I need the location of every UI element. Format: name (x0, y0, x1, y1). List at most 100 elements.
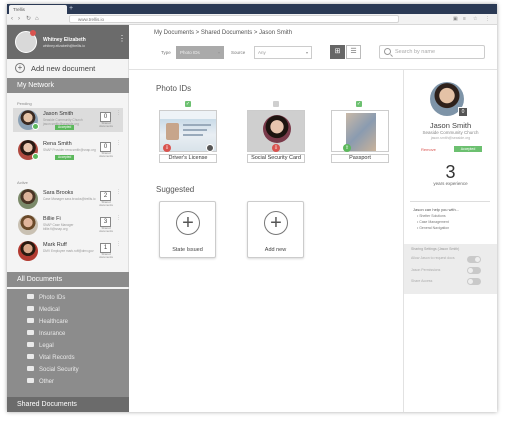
setting-label: Jason Permissions (411, 268, 441, 272)
extension-icon[interactable]: ▣ (453, 15, 458, 24)
avatar (18, 189, 38, 209)
avatar (18, 241, 38, 261)
contact-rena-smith[interactable]: Rena Smith SNAP Provider rena.smith@snap… (13, 138, 123, 162)
folder-healthcare[interactable]: Healthcare (27, 317, 68, 327)
suggested-title: Suggested (156, 185, 195, 194)
profile-name: Jason Smith (429, 121, 472, 130)
document-card-drivers-license[interactable]: ⇩ Driver's License (159, 110, 217, 163)
folder-icon (27, 342, 34, 347)
suggested-label: Add new (264, 247, 287, 253)
contact-name: Sara Brooks (43, 190, 74, 196)
online-badge-icon (32, 153, 39, 160)
folder-photo-ids[interactable]: Photo IDs (27, 293, 65, 303)
add-document-button[interactable]: + Add new document (7, 60, 129, 77)
profile-org: Seaside Community Church (422, 130, 479, 135)
notification-dot (30, 30, 36, 36)
contact-mark-ruff[interactable]: Mark Ruff DMV Employee mark.ruff@dmv.gov… (13, 239, 123, 263)
new-tab-button[interactable]: + (69, 5, 73, 13)
back-icon[interactable]: ‹ (11, 15, 13, 24)
star-icon[interactable]: ☆ (473, 15, 477, 24)
search-input[interactable]: Search by name (379, 45, 485, 59)
folder-icon (27, 306, 34, 311)
plus-icon: + (264, 211, 288, 235)
suggested-add-new[interactable]: + Add new (247, 201, 304, 258)
breadcrumb[interactable]: My Documents > Shared Documents > Jason … (154, 30, 292, 36)
suggested-state-issued[interactable]: + State Issued (159, 201, 216, 258)
browser-tab[interactable]: Trellis (9, 5, 67, 14)
add-document-label: Add new document (31, 64, 96, 73)
contact-name: Mark Ruff (43, 242, 67, 248)
type-filter-label: Type (161, 50, 171, 55)
list-view-icon[interactable]: ☰ (346, 45, 361, 59)
active-label: Active (17, 180, 28, 185)
contact-menu-icon[interactable]: ⋮ (116, 241, 121, 247)
contact-menu-icon[interactable]: ⋮ (116, 140, 121, 146)
divider (410, 201, 490, 202)
contact-sara-brooks[interactable]: Sara Brooks Case Manager sara.brooks@tre… (13, 187, 123, 211)
folder-icon (27, 318, 34, 323)
shared-by-avatar (206, 144, 214, 152)
grid-view-icon[interactable]: ⊞ (330, 45, 345, 59)
chevron-down-icon: ▾ (217, 50, 220, 55)
shared-docs-count: 0 Shared documents (99, 142, 113, 158)
setting-label: Allow Jason to request docs (411, 256, 455, 260)
contact-subtitle: DMV Employee mark.ruff@dmv.gov (43, 249, 94, 253)
document-card-passport[interactable]: ⇧ Passport (331, 110, 389, 163)
type-filter-select[interactable]: Photo IDs ▾ (176, 46, 224, 59)
folder-insurance[interactable]: Insurance (27, 329, 65, 339)
url-field[interactable]: www.trellis.io (69, 15, 399, 23)
help-item: • General Navigation (417, 226, 450, 230)
card-checkbox[interactable] (273, 101, 279, 107)
experience-years: 3 (445, 162, 456, 182)
doc-count-badge: 0 (458, 107, 468, 117)
contact-menu-icon[interactable]: ⋮ (116, 189, 121, 195)
card-label: Passport (331, 154, 389, 163)
source-filter-value: Any (258, 50, 266, 55)
folder-legal[interactable]: Legal (27, 341, 54, 351)
folder-social-security[interactable]: Social Security (27, 365, 79, 375)
sharing-settings-title: Sharing Settings (Jason Smith) (411, 247, 460, 251)
download-icon[interactable]: ⇩ (163, 144, 171, 152)
folder-other[interactable]: Other (27, 377, 54, 387)
setting-toggle[interactable] (467, 256, 481, 263)
contact-jason-smith[interactable]: Jason Smith Seaside Community Church jas… (13, 108, 123, 132)
id-line (183, 124, 211, 126)
card-checkbox[interactable]: ✓ (356, 101, 362, 107)
setting-toggle[interactable] (467, 267, 481, 274)
setting-toggle[interactable] (467, 278, 481, 285)
shared-docs-count: 0 Shared documents (99, 112, 113, 128)
shared-documents-header[interactable]: Shared Documents (7, 397, 129, 412)
download-icon[interactable]: ⇩ (272, 144, 280, 152)
user-name: Whitney Elizabeth (43, 37, 86, 43)
forward-icon[interactable]: › (18, 15, 20, 24)
browser-kebab-icon[interactable]: ⋮ (485, 15, 490, 24)
document-card-social-security[interactable]: ⇩ Social Security Card (247, 110, 305, 163)
suggested-label: State Issued (172, 247, 203, 253)
remove-link[interactable]: Remove (421, 147, 436, 152)
user-menu-icon[interactable]: ⋮ (118, 35, 126, 43)
reload-icon[interactable]: ↻ (26, 15, 31, 24)
contact-menu-icon[interactable]: ⋮ (116, 110, 121, 116)
source-filter-select[interactable]: Any ▾ (254, 46, 312, 59)
home-icon[interactable]: ⌂ (35, 15, 39, 24)
docs-label: Shared documents (99, 226, 113, 233)
experience-label: years experience (433, 181, 468, 186)
sidebar: Whitney Elizabeth whitney.elizabeth@trel… (7, 25, 129, 412)
card-label: Social Security Card (247, 154, 305, 163)
contact-subtitle: SNAP Case Manager billie.fi@snap.org (43, 223, 74, 231)
shared-docs-count: 3 Shared documents (99, 217, 113, 233)
shared-docs-count: 2 Shared documents (99, 191, 113, 207)
profile-email: jason.smith@seaside.org (430, 136, 471, 140)
upload-icon[interactable]: ⇧ (343, 144, 351, 152)
folder-medical[interactable]: Medical (27, 305, 60, 315)
my-network-header[interactable]: My Network (7, 78, 129, 93)
menu-icon[interactable]: ≡ (463, 15, 466, 24)
contact-menu-icon[interactable]: ⋮ (116, 215, 121, 221)
source-filter-label: Source (231, 50, 246, 55)
all-documents-header[interactable]: All Documents (7, 272, 129, 287)
docs-label: Shared documents (99, 200, 113, 207)
folder-vital-records[interactable]: Vital Records (27, 353, 75, 363)
folder-label: Insurance (39, 331, 66, 337)
contact-billie-fi[interactable]: Billie Fi SNAP Case Manager billie.fi@sn… (13, 213, 123, 237)
card-checkbox[interactable]: ✓ (185, 101, 191, 107)
